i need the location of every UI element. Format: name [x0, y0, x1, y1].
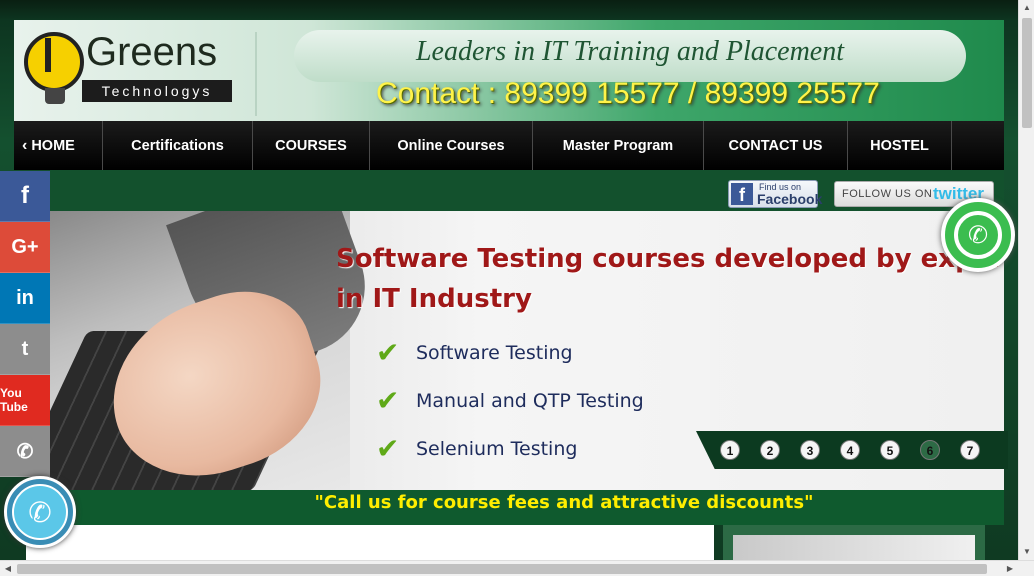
nav-hostel[interactable]: HOSTEL	[848, 121, 952, 170]
scroll-up-arrow-icon[interactable]: ▲	[1019, 0, 1034, 16]
checkmark-icon: ✔	[376, 336, 400, 369]
tagline: Leaders in IT Training and Placement	[415, 36, 845, 67]
youtube-share-button[interactable]: You Tube	[0, 375, 50, 426]
horizontal-scrollbar[interactable]: ◀ ▶	[0, 560, 1034, 576]
nav-online-courses[interactable]: Online Courses	[370, 121, 533, 170]
whatsapp-button[interactable]: ✆	[941, 198, 1015, 272]
facebook-follow-button[interactable]: f Find us on Facebook	[728, 180, 822, 208]
phone-share-button[interactable]: ✆	[0, 426, 50, 477]
linkedin-share-button[interactable]: in	[0, 273, 50, 324]
twitter-icon: t	[21, 337, 29, 360]
youtube-icon: You Tube	[0, 386, 28, 414]
slide-dot-3[interactable]: 3	[800, 440, 820, 460]
nav-master-program[interactable]: Master Program	[533, 121, 704, 170]
nav-courses[interactable]: COURSES	[253, 121, 370, 170]
scroll-left-arrow-icon[interactable]: ◀	[0, 561, 16, 576]
horizontal-scroll-thumb[interactable]	[17, 564, 987, 574]
bullet-label: Software Testing	[416, 342, 573, 364]
scroll-down-arrow-icon[interactable]: ▼	[1019, 544, 1034, 560]
facebook-label: Facebook	[757, 191, 823, 207]
slide-dot-5[interactable]: 5	[880, 440, 900, 460]
header-divider	[255, 32, 257, 116]
main-nav: ‹ HOME Certifications COURSES Online Cou…	[14, 121, 1004, 170]
bullet-label: Manual and QTP Testing	[416, 390, 644, 412]
slide-dot-6[interactable]: 6	[920, 440, 940, 460]
contact-numbers: Contact : 89399 15577 / 89399 25577	[376, 77, 880, 110]
checkmark-icon: ✔	[376, 432, 400, 465]
logo[interactable]: Greens Technologys	[24, 28, 244, 116]
site-header: Greens Technologys Leaders in IT Trainin…	[14, 20, 1004, 121]
bullet-item: ✔ Selenium Testing	[376, 425, 644, 473]
logo-subtext: Technologys	[82, 80, 232, 102]
facebook-icon: f	[21, 182, 29, 209]
vertical-scrollbar[interactable]: ▲ ▼	[1018, 0, 1034, 560]
slide-dot-4[interactable]: 4	[840, 440, 860, 460]
callbar-text: "Call us for course fees and attractive …	[314, 492, 814, 513]
tagline-box: Leaders in IT Training and Placement	[294, 30, 966, 82]
slide-dot-1[interactable]: 1	[720, 440, 740, 460]
linkedin-icon: in	[16, 286, 34, 309]
sidebar-image	[733, 535, 975, 560]
bullet-item: ✔ Software Testing	[376, 329, 644, 377]
nav-home[interactable]: ‹ HOME	[14, 121, 103, 170]
vertical-scroll-thumb[interactable]	[1022, 18, 1032, 128]
slide-dot-7[interactable]: 7	[960, 440, 980, 460]
checkmark-icon: ✔	[376, 384, 400, 417]
floating-social-bar: f G+ in t You Tube ✆	[0, 171, 50, 477]
whatsapp-icon: ✆	[954, 211, 1002, 259]
call-banner: "Call us for course fees and attractive …	[14, 490, 1004, 525]
scroll-right-arrow-icon[interactable]: ▶	[1002, 561, 1018, 576]
googleplus-share-button[interactable]: G+	[0, 222, 50, 273]
nav-contact-us[interactable]: CONTACT US	[704, 121, 848, 170]
nav-certifications[interactable]: Certifications	[103, 121, 253, 170]
bullet-label: Selenium Testing	[416, 438, 578, 460]
phone-ring-icon: ✆	[12, 484, 68, 540]
facebook-share-button[interactable]: f	[0, 171, 50, 222]
laptop-image	[50, 211, 384, 490]
facebook-icon: f	[731, 183, 753, 205]
sidebar-panel	[723, 525, 985, 560]
slider-pagination: 1 2 3 4 5 6 7	[696, 431, 1008, 469]
slide-dot-2[interactable]: 2	[760, 440, 780, 460]
phone-icon: ✆	[16, 440, 34, 463]
twitter-follow-text: FOLLOW US ON	[842, 188, 933, 200]
logo-wordmark: Greens	[86, 30, 218, 74]
nav-home-label: HOME	[31, 137, 75, 154]
logo-i-mark	[45, 38, 55, 72]
call-now-button[interactable]: ✆	[4, 476, 76, 548]
googleplus-icon: G+	[11, 235, 39, 258]
banner-headline: Software Testing courses developed by ex…	[336, 244, 1004, 314]
banner-bullets: ✔ Software Testing ✔ Manual and QTP Test…	[376, 329, 644, 473]
chevron-left-icon: ‹	[22, 136, 28, 154]
content-area	[26, 525, 714, 560]
bullet-item: ✔ Manual and QTP Testing	[376, 377, 644, 425]
twitter-share-button[interactable]: t	[0, 324, 50, 375]
